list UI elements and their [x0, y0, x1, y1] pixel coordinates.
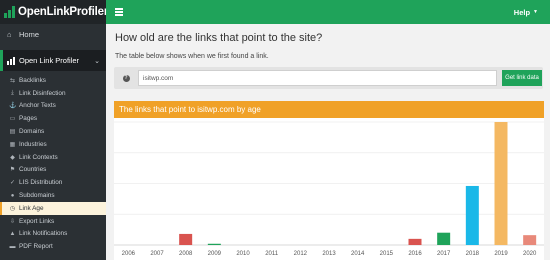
bar-2008[interactable]: [179, 233, 193, 245]
sidebar-item-label: Link Age: [19, 204, 44, 212]
x-tick-label: 2018: [466, 251, 480, 257]
sidebar-item-anchor-texts[interactable]: ⚓ Anchor Texts: [0, 100, 106, 113]
sidebar-item-label: Backlinks: [19, 76, 46, 84]
sidebar-item-label: Home: [19, 30, 40, 39]
sidebar-item-lis-distribution[interactable]: ✓ LIS Distribution: [0, 176, 106, 189]
x-tick-label: 2012: [294, 251, 308, 257]
building-icon: ▦: [9, 141, 16, 148]
hamburger-menu-icon[interactable]: [115, 8, 123, 16]
page-icon: ▭: [9, 116, 16, 123]
link-age-chart: 2006 2007 2008 2009 2010 2011 2012 2013 2014 2015…: [114, 121, 544, 257]
chart-title: The links that point to isitwp.com by ag…: [114, 101, 544, 118]
help-label: Help: [513, 7, 531, 17]
question-icon[interactable]: ?: [120, 72, 132, 84]
sidebar-item-label: Link Notifications: [19, 230, 68, 238]
topbar: Help ▼: [106, 0, 550, 24]
search-bar: ? Get link data: [114, 67, 543, 89]
bell-icon: ▲: [9, 230, 16, 237]
home-icon: ⌂: [7, 30, 12, 39]
server-icon: ▤: [9, 129, 16, 136]
sidebar-item-industries[interactable]: ▦ Industries: [0, 138, 106, 151]
x-tick-label: 2015: [380, 251, 394, 257]
x-tick-label: 2011: [265, 251, 279, 257]
sidebar-item-label: Link Disinfection: [19, 89, 66, 97]
page-description: The table below shows when we first foun…: [115, 53, 269, 60]
x-tick-label: 2009: [208, 251, 222, 257]
globe-icon: ●: [10, 192, 15, 199]
sidebar-item-label: Link Contexts: [19, 153, 58, 161]
sidebar-nav-list: ⇆ Backlinks ⤓ Link Disinfection ⚓ Anchor Text…: [0, 74, 106, 253]
x-tick-label: 2006: [122, 251, 136, 257]
sidebar-item-label: Domains: [19, 128, 45, 136]
bar-2018[interactable]: [465, 185, 479, 245]
sidebar: OpenLinkProfiler ⌂ Home Open Link Profil…: [0, 0, 109, 260]
sidebar-item-label: Countries: [19, 166, 47, 174]
main-content: How old are the links that point to the …: [106, 24, 550, 260]
sidebar-item-domains[interactable]: ▤ Domains: [0, 125, 106, 138]
sidebar-item-countries[interactable]: ⚑ Countries: [0, 164, 106, 177]
flag-icon: ⚑: [9, 167, 16, 174]
bar-chart-icon: [7, 56, 15, 65]
chart-gridlines: [114, 121, 544, 246]
caret-down-icon: ▼: [533, 9, 538, 15]
chart-panel: The links that point to isitwp.com by ag…: [114, 101, 544, 260]
x-tick-label: 2016: [408, 251, 422, 257]
sidebar-item-home[interactable]: ⌂ Home: [0, 24, 106, 45]
x-tick-label: 2008: [179, 251, 193, 257]
sidebar-item-link-disinfection[interactable]: ⤓ Link Disinfection: [0, 87, 106, 100]
sidebar-item-label: PDF Report: [19, 243, 53, 251]
bar-2017[interactable]: [437, 232, 451, 245]
sidebar-item-label: Anchor Texts: [19, 102, 56, 110]
x-tick-label: 2010: [236, 251, 250, 257]
sidebar-item-subdomains[interactable]: ● Subdomains: [0, 189, 106, 202]
bar-2019[interactable]: [494, 122, 508, 245]
chart-icon: ✓: [9, 180, 16, 187]
sidebar-item-link-contexts[interactable]: ◆ Link Contexts: [0, 151, 106, 164]
logo-bars-icon: [4, 6, 15, 18]
backlinks-icon: ⇆: [9, 77, 16, 84]
sidebar-item-pdf-report[interactable]: ▬ PDF Report: [0, 240, 106, 253]
sidebar-section-open-link-profiler[interactable]: Open Link Profiler ⌄: [0, 50, 106, 71]
page-title: How old are the links that point to the …: [115, 32, 323, 44]
help-menu[interactable]: Help ▼: [514, 8, 538, 17]
sidebar-item-label: Export Links: [19, 217, 55, 225]
x-tick-label: 2013: [322, 251, 336, 257]
chevron-down-icon: ⌄: [94, 57, 100, 65]
sidebar-item-label: Industries: [19, 140, 47, 148]
download-icon: ⤓: [11, 89, 14, 96]
pdf-icon: ▬: [9, 243, 16, 250]
tag-icon: ◆: [10, 154, 15, 161]
bar-2016[interactable]: [408, 238, 422, 245]
sidebar-item-link-age[interactable]: ◷ Link Age: [0, 201, 106, 215]
x-tick-label: 2007: [150, 251, 164, 257]
x-tick-label: 2020: [523, 251, 537, 257]
clock-icon: ◷: [9, 205, 16, 212]
sidebar-item-pages[interactable]: ▭ Pages: [0, 112, 106, 125]
x-tick-label: 2017: [437, 251, 451, 257]
bar-2009[interactable]: [207, 243, 221, 245]
anchor-icon: ⚓: [9, 103, 17, 110]
sidebar-item-label: Pages: [19, 115, 38, 123]
sidebar-item-export-links[interactable]: ⇩ Export Links: [0, 215, 106, 228]
export-icon: ⇩: [9, 218, 16, 225]
domain-input[interactable]: [138, 70, 497, 86]
sidebar-item-label: Subdomains: [19, 192, 55, 200]
logo[interactable]: OpenLinkProfiler: [0, 0, 109, 24]
x-tick-label: 2014: [351, 251, 365, 257]
sidebar-item-backlinks[interactable]: ⇆ Backlinks: [0, 74, 106, 87]
sidebar-item-link-notifications[interactable]: ▲ Link Notifications: [0, 228, 106, 241]
logo-text: OpenLinkProfiler: [18, 6, 109, 18]
sidebar-item-label: LIS Distribution: [19, 179, 63, 187]
x-tick-label: 2019: [494, 251, 508, 257]
bar-2020[interactable]: [523, 235, 537, 245]
get-link-data-button[interactable]: Get link data: [502, 70, 542, 86]
sidebar-section-label: Open Link Profiler: [19, 56, 80, 65]
